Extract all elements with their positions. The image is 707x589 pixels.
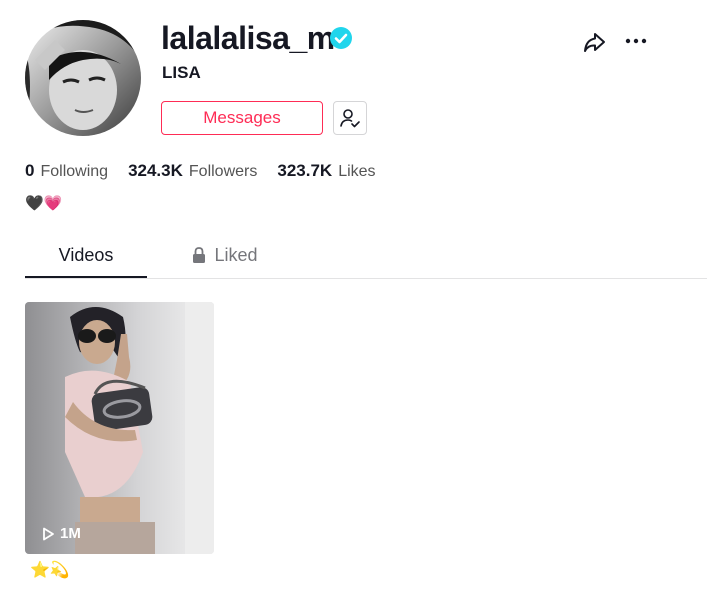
following-label: Following bbox=[40, 163, 109, 180]
video-caption[interactable]: ⭐💫 bbox=[30, 561, 70, 581]
profile-stats: 0 Following 324.3K Followers 323.7K Like… bbox=[25, 160, 396, 183]
likes-label: Likes bbox=[338, 163, 376, 180]
verified-badge-icon bbox=[330, 27, 352, 49]
video-thumbnail-image bbox=[25, 302, 214, 554]
tab-liked-label: Liked bbox=[214, 245, 258, 265]
more-dots-icon[interactable] bbox=[624, 31, 648, 51]
bio: 🖤💗 bbox=[25, 195, 63, 212]
likes-stat: 323.7K Likes bbox=[277, 160, 375, 183]
followers-count: 324.3K bbox=[128, 161, 183, 180]
nickname: LISA bbox=[162, 63, 201, 82]
followers-stat[interactable]: 324.3K Followers bbox=[128, 160, 257, 183]
avatar-photo bbox=[25, 20, 141, 136]
tab-videos-label: Videos bbox=[58, 245, 114, 265]
tab-videos[interactable]: Videos bbox=[25, 240, 147, 278]
avatar[interactable] bbox=[25, 20, 141, 136]
share-arrow-icon[interactable] bbox=[582, 30, 606, 54]
following-count: 0 bbox=[25, 161, 35, 180]
following-stat[interactable]: 0 Following bbox=[25, 160, 108, 183]
likes-count: 323.7K bbox=[277, 161, 333, 180]
followers-label: Followers bbox=[188, 163, 258, 180]
tab-liked[interactable]: Liked bbox=[165, 240, 285, 276]
video-views: 1M bbox=[41, 525, 81, 542]
play-icon bbox=[43, 527, 54, 540]
username: lalalalisa_m bbox=[161, 20, 335, 56]
lock-icon bbox=[193, 247, 206, 263]
video-thumbnail[interactable]: 1M bbox=[25, 302, 214, 554]
video-views-count: 1M bbox=[60, 525, 81, 542]
user-check-icon bbox=[340, 109, 360, 128]
messages-button[interactable]: Messages bbox=[161, 101, 323, 135]
follow-status-button[interactable] bbox=[333, 101, 367, 135]
profile-tabs: Videos Liked bbox=[25, 240, 707, 279]
